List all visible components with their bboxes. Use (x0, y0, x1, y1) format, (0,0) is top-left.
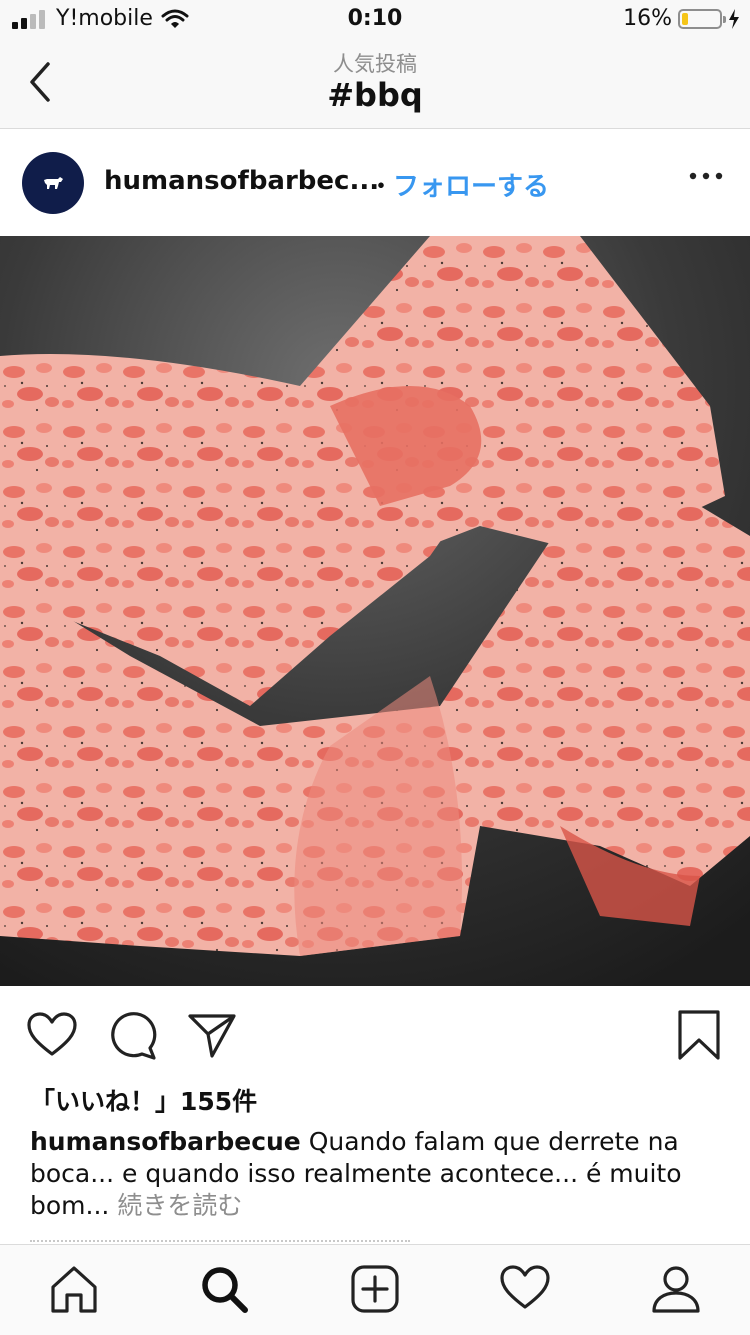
search-icon (202, 1267, 248, 1313)
cow-logo-icon (44, 177, 63, 189)
heart-icon (27, 1012, 77, 1056)
tab-activity[interactable] (499, 1263, 551, 1315)
tab-search[interactable] (198, 1263, 250, 1315)
send-icon (188, 1014, 236, 1058)
like-button[interactable] (26, 1010, 78, 1062)
charging-icon (729, 8, 739, 29)
tab-bar (0, 1244, 750, 1335)
nav-subtitle: 人気投稿 (333, 52, 417, 76)
like-count[interactable]: 「いいね！」155件 (30, 1082, 257, 1118)
profile-icon (652, 1266, 700, 1313)
next-line-peek (30, 1236, 430, 1244)
tab-profile[interactable] (650, 1263, 702, 1315)
home-icon (51, 1266, 97, 1313)
follow-button[interactable]: フォローする (393, 166, 549, 203)
caption-username[interactable]: humansofbarbecue (30, 1127, 301, 1156)
bookmark-icon (678, 1010, 720, 1060)
avatar[interactable] (22, 152, 84, 214)
comment-icon (111, 1012, 157, 1060)
tab-home[interactable] (48, 1263, 100, 1315)
status-bar: Y!mobile 0:10 16% (0, 0, 750, 40)
post-header: humansofbarbec... ・ フォローする (0, 130, 750, 236)
more-options-button[interactable] (688, 166, 724, 186)
nav-bar: 人気投稿 #bbq (0, 40, 750, 129)
battery-icon (678, 8, 726, 29)
post-caption: humansofbarbecue Quando falam que derret… (30, 1126, 720, 1222)
more-icon (689, 172, 723, 180)
tab-new-post[interactable] (349, 1263, 401, 1315)
post-actions (0, 986, 750, 1082)
read-more-link[interactable]: 続きを読む (117, 1191, 242, 1220)
post-username[interactable]: humansofbarbec... (104, 166, 379, 196)
battery-level (682, 12, 688, 25)
share-button[interactable] (186, 1010, 238, 1062)
heart-icon (500, 1265, 550, 1309)
status-right: 16% (623, 6, 740, 31)
add-post-icon (351, 1265, 399, 1313)
meat-photo (0, 236, 750, 986)
separator: ・ (368, 172, 395, 202)
save-button[interactable] (674, 1010, 726, 1062)
page-title: #bbq (327, 76, 423, 114)
comment-button[interactable] (108, 1010, 160, 1062)
post-image[interactable] (0, 236, 750, 986)
battery-percent: 16% (623, 6, 672, 31)
